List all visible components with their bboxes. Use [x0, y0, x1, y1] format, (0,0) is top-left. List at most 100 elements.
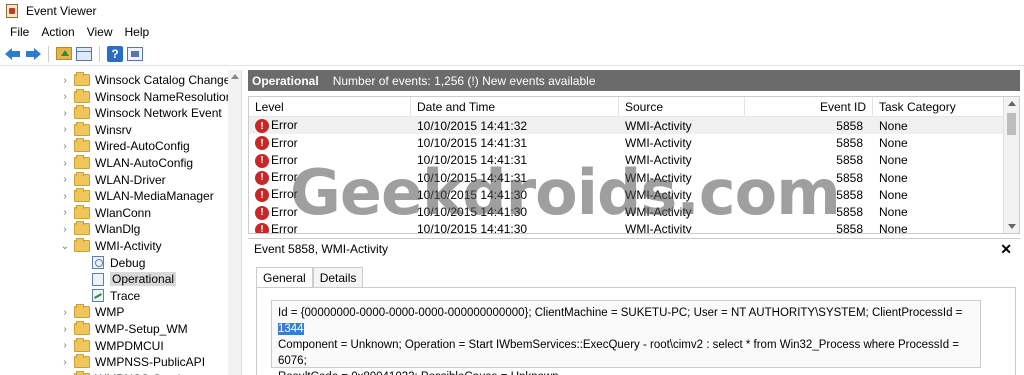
tree-item[interactable]: ⌄ WMI-Activity — [60, 238, 162, 254]
tree-item[interactable]: Debug — [92, 255, 145, 271]
column-date-time[interactable]: Date and Time — [411, 97, 619, 116]
cell-datetime: 10/10/2015 14:41:30 — [411, 222, 619, 234]
cell-source: WMI-Activity — [619, 119, 745, 133]
cell-text: 5858 — [836, 205, 863, 220]
tree-item[interactable]: › WMPDMCUI — [60, 337, 164, 354]
tab-details[interactable]: Details — [312, 267, 364, 289]
chevron-right-icon[interactable]: › — [60, 207, 70, 218]
chevron-right-icon[interactable]: › — [60, 307, 70, 318]
log-name: Operational — [252, 73, 319, 88]
chevron-right-icon[interactable]: › — [60, 158, 70, 169]
tab-general[interactable]: General — [256, 267, 313, 289]
tree-item-label: WMI-Activity — [95, 239, 162, 253]
table-row[interactable]: ! Error 10/10/2015 14:41:30 WMI-Activity 585… — [249, 203, 1019, 220]
tree-item-label: WMP — [95, 305, 125, 320]
tree-item[interactable]: › WLAN-Driver — [60, 171, 166, 188]
table-scrollbar[interactable] — [1003, 97, 1019, 233]
cell-event-id: 5858 — [745, 136, 873, 150]
scroll-up-arrow-icon[interactable] — [231, 74, 239, 79]
error-icon: ! — [255, 170, 269, 185]
help-button[interactable]: ? — [106, 45, 124, 63]
chevron-right-icon[interactable]: › — [60, 224, 70, 235]
tree-item[interactable]: › WLAN-AutoConfig — [60, 155, 193, 171]
chevron-right-icon[interactable]: › — [60, 191, 70, 202]
chevron-right-icon[interactable]: › — [60, 324, 70, 335]
forward-button[interactable] — [24, 45, 42, 63]
close-icon[interactable]: ✕ — [1000, 241, 1012, 258]
cell-level: ! Error — [249, 187, 411, 203]
chevron-right-icon[interactable]: › — [60, 108, 70, 119]
menu-help[interactable]: Help — [119, 25, 156, 39]
cell-text: None — [879, 222, 908, 234]
table-row[interactable]: ! Error 10/10/2015 14:41:31 WMI-Activity 585… — [249, 134, 1019, 151]
tree-item[interactable]: › Winsrv — [60, 121, 132, 138]
column-level[interactable]: Level — [249, 97, 411, 116]
cell-text: 10/10/2015 14:41:30 — [417, 222, 528, 234]
chevron-right-icon[interactable]: › — [60, 141, 70, 152]
chevron-right-icon[interactable]: › — [60, 124, 70, 135]
cell-text: Error — [271, 152, 298, 167]
tree-item[interactable]: Trace — [92, 288, 140, 304]
folder-icon — [74, 105, 90, 120]
properties-button[interactable] — [126, 45, 144, 63]
scroll-thumb[interactable] — [1007, 113, 1016, 135]
tree-item[interactable]: › Winsock Network Event — [60, 105, 222, 121]
tree-item[interactable]: › WLAN-MediaManager — [60, 188, 214, 204]
window-title: Event Viewer — [26, 4, 97, 18]
cell-text: WMI-Activity — [625, 170, 692, 185]
chevron-right-icon[interactable]: › — [60, 357, 70, 368]
tree-item[interactable]: › WlanConn — [60, 204, 152, 221]
forward-arrow-icon — [25, 47, 41, 60]
cell-datetime: 10/10/2015 14:41:31 — [411, 153, 619, 167]
navigation-tree[interactable]: › Winsock Catalog Change › Winsock NameReso… — [0, 70, 242, 375]
table-header: Level Date and Time Source Event ID Task… — [249, 97, 1019, 117]
scroll-up-arrow-icon[interactable] — [1008, 101, 1016, 106]
show-hide-tree-button[interactable] — [75, 45, 93, 63]
tree-item[interactable]: › WMP-Setup_WM — [60, 321, 188, 337]
cell-level: ! Error — [249, 136, 411, 151]
events-table[interactable]: Level Date and Time Source Event ID Task… — [248, 96, 1020, 234]
event-description[interactable]: Id = {00000000-0000-0000-0000-0000000000… — [271, 300, 981, 375]
table-row[interactable]: ! Error 10/10/2015 14:41:32 WMI-Activity 585… — [249, 117, 1019, 135]
folder-icon — [74, 221, 90, 236]
tree-item-label: WlanConn — [95, 205, 152, 220]
tree-item[interactable]: › WlanDlg — [60, 221, 140, 237]
table-row[interactable]: ! Error 10/10/2015 14:41:30 WMI-Activity 585… — [249, 186, 1019, 203]
table-row[interactable]: ! Error 10/10/2015 14:41:30 WMI-Activity 585… — [249, 221, 1019, 234]
chevron-right-icon[interactable]: › — [60, 174, 70, 185]
tree-item[interactable]: Operational — [92, 271, 177, 287]
tree-item[interactable]: › Wired-AutoConfig — [60, 138, 190, 154]
cell-event-id: 5858 — [745, 119, 873, 133]
tree-item[interactable]: › WMPNSS-PublicAPI — [60, 354, 205, 370]
tree-item-label: Operational — [110, 272, 177, 287]
chevron-right-icon[interactable]: › — [60, 340, 70, 351]
folder-icon — [74, 138, 90, 153]
chevron-right-icon[interactable]: › — [60, 75, 70, 86]
tree-item-label: WMP-Setup_WM — [95, 322, 188, 336]
folder-icon — [74, 121, 90, 136]
cell-event-id: 5858 — [745, 222, 873, 233]
column-event-id[interactable]: Event ID — [745, 97, 873, 116]
chevron-right-icon[interactable]: › — [60, 91, 70, 102]
tree-item-label: WlanDlg — [95, 222, 141, 237]
properties-view-icon — [127, 46, 143, 61]
menu-file[interactable]: File — [4, 25, 35, 39]
cell-text: None — [879, 187, 908, 202]
tree-item[interactable]: ›WMPNSS-Service — [60, 370, 193, 375]
table-row[interactable]: ! Error 10/10/2015 14:41:31 WMI-Activity 585… — [249, 152, 1019, 169]
scroll-down-arrow-icon[interactable] — [1008, 224, 1016, 229]
tree-item[interactable]: › Winsock Catalog Change — [60, 72, 230, 88]
table-row[interactable]: ! Error 10/10/2015 14:41:31 WMI-Activity 585… — [249, 169, 1019, 186]
tree-item[interactable]: › WMP — [60, 304, 124, 320]
folder-icon — [74, 337, 90, 352]
tree-item[interactable]: › Winsock NameResolution E — [60, 88, 241, 105]
cell-event-id: 5858 — [745, 171, 873, 185]
menu-action[interactable]: Action — [35, 25, 80, 39]
column-task-category[interactable]: Task Category — [873, 97, 1005, 116]
tree-scrollbar[interactable] — [228, 70, 241, 375]
chevron-down-icon[interactable]: ⌄ — [60, 241, 70, 252]
up-one-level-button[interactable] — [55, 45, 73, 63]
column-source[interactable]: Source — [619, 97, 745, 116]
back-button[interactable] — [4, 45, 22, 63]
menu-view[interactable]: View — [81, 25, 119, 39]
